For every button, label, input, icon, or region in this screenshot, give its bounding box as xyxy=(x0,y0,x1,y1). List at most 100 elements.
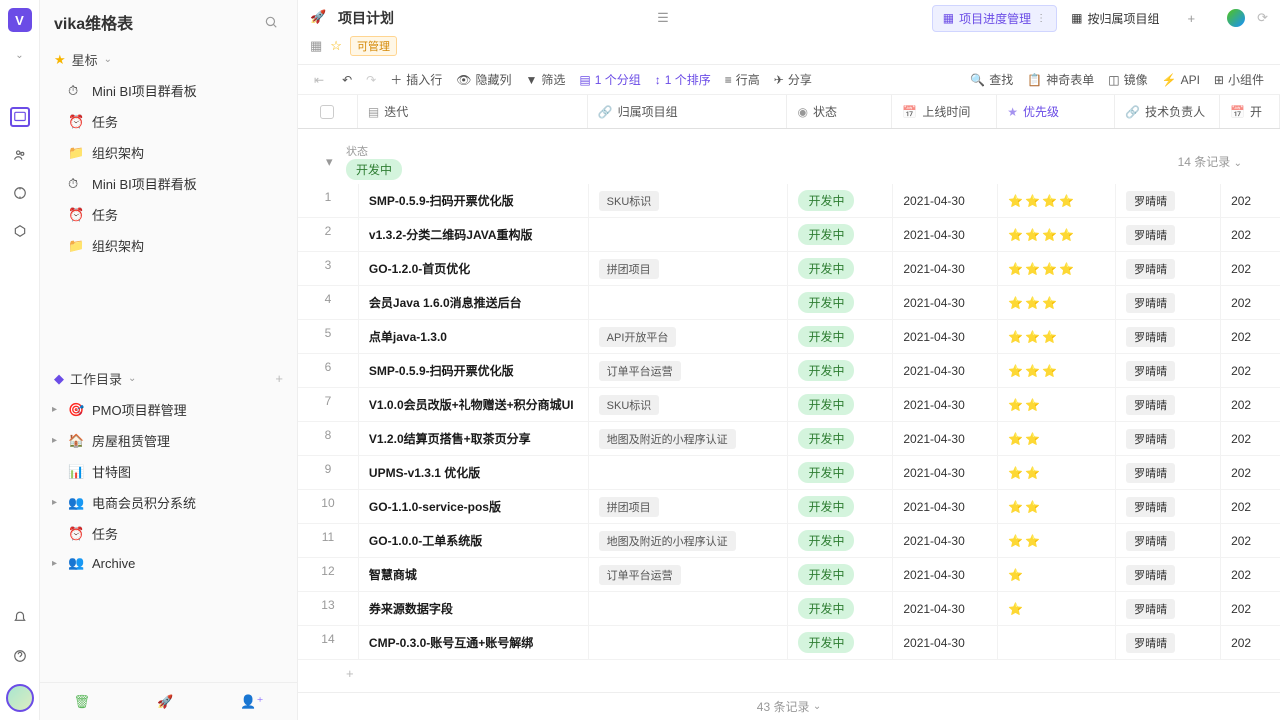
cell-status[interactable]: 开发中 xyxy=(787,490,892,523)
cell-status[interactable]: 开发中 xyxy=(787,558,892,591)
cell-name[interactable]: GO-1.2.0-首页优化 xyxy=(358,252,588,285)
cell-extra[interactable]: 202 xyxy=(1220,218,1280,251)
cell-status[interactable]: 开发中 xyxy=(787,218,892,251)
cell-extra[interactable]: 202 xyxy=(1220,558,1280,591)
cell-priority[interactable]: ⭐⭐⭐ xyxy=(997,320,1115,353)
section-workspace[interactable]: ◆ 工作目录 ⌄ + xyxy=(40,363,297,394)
select-all-checkbox[interactable] xyxy=(298,95,358,128)
cell-date[interactable]: 2021-04-30 xyxy=(892,184,997,217)
menu-icon[interactable]: ☰ xyxy=(657,10,669,26)
cell-owner[interactable]: 罗晴晴 xyxy=(1115,252,1220,285)
cell-priority[interactable]: ⭐⭐⭐ xyxy=(997,286,1115,319)
cell-extra[interactable]: 202 xyxy=(1220,422,1280,455)
cell-group[interactable]: 地图及附近的小程序认证 xyxy=(588,422,788,455)
table-row[interactable]: 6 SMP-0.5.9-扫码开票优化版 订单平台运营 开发中 2021-04-3… xyxy=(298,354,1280,388)
app-logo[interactable]: V xyxy=(8,8,32,32)
cell-priority[interactable]: ⭐⭐⭐⭐ xyxy=(997,218,1115,251)
nav-settings-icon[interactable] xyxy=(10,221,30,241)
cell-group[interactable]: SKU标识 xyxy=(588,184,788,217)
trash-icon[interactable]: 🗑 xyxy=(74,694,91,710)
add-icon[interactable]: + xyxy=(275,371,283,386)
cell-priority[interactable]: ⭐ xyxy=(997,592,1115,625)
sidebar-item[interactable]: 🎯PMO项目群管理 xyxy=(40,394,297,425)
cell-owner[interactable]: 罗晴晴 xyxy=(1115,422,1220,455)
table-row[interactable]: 9 UPMS-v1.3.1 优化版 开发中 2021-04-30 ⭐⭐ 罗晴晴 … xyxy=(298,456,1280,490)
sidebar-item[interactable]: 👥电商会员积分系统 xyxy=(40,487,297,518)
cell-priority[interactable]: ⭐⭐ xyxy=(997,456,1115,489)
cell-name[interactable]: V1.0.0会员改版+礼物赠送+积分商城UI xyxy=(358,388,588,421)
cell-date[interactable]: 2021-04-30 xyxy=(892,626,997,659)
tab[interactable]: ▦按归属项目组 xyxy=(1061,6,1169,31)
cell-owner[interactable]: 罗晴晴 xyxy=(1115,354,1220,387)
cell-name[interactable]: GO-1.1.0-service-pos版 xyxy=(358,490,588,523)
cell-name[interactable]: v1.3.2-分类二维码JAVA重构版 xyxy=(358,218,588,251)
cell-owner[interactable]: 罗晴晴 xyxy=(1115,320,1220,353)
chevron-down-icon[interactable]: ⌄ xyxy=(15,50,23,61)
nav-workspace-icon[interactable] xyxy=(10,107,30,127)
cell-owner[interactable]: 罗晴晴 xyxy=(1115,218,1220,251)
table-row[interactable]: 5 点单java-1.3.0 API开放平台 开发中 2021-04-30 ⭐⭐… xyxy=(298,320,1280,354)
cell-date[interactable]: 2021-04-30 xyxy=(892,456,997,489)
cell-date[interactable]: 2021-04-30 xyxy=(892,354,997,387)
table-row[interactable]: 1 SMP-0.5.9-扫码开票优化版 SKU标识 开发中 2021-04-30… xyxy=(298,184,1280,218)
rocket-icon[interactable]: 🚀 xyxy=(157,694,173,710)
sidebar-item[interactable]: 📁组织架构 xyxy=(40,230,297,261)
collapse-panel-icon[interactable]: ⇤ xyxy=(314,73,324,87)
cell-priority[interactable]: ⭐⭐ xyxy=(997,524,1115,557)
cell-name[interactable]: UPMS-v1.3.1 优化版 xyxy=(358,456,588,489)
user-avatar[interactable] xyxy=(6,684,34,712)
cell-group[interactable]: 拼团项目 xyxy=(588,490,788,523)
cell-date[interactable]: 2021-04-30 xyxy=(892,218,997,251)
cell-extra[interactable]: 202 xyxy=(1220,388,1280,421)
group-header[interactable]: ▾ 状态开发中 14 条记录 ⌄ xyxy=(298,129,1280,184)
cell-group[interactable] xyxy=(588,626,788,659)
grid[interactable]: ▤迭代 🔗归属项目组 ◉状态 📅上线时间 ★优先级 🔗技术负责人 📅开 ▾ 状态… xyxy=(298,95,1280,692)
help-icon[interactable] xyxy=(10,646,30,666)
add-tab-icon[interactable]: + xyxy=(1180,7,1204,30)
cell-date[interactable]: 2021-04-30 xyxy=(892,252,997,285)
cell-extra[interactable]: 202 xyxy=(1220,626,1280,659)
cell-extra[interactable]: 202 xyxy=(1220,456,1280,489)
cell-status[interactable]: 开发中 xyxy=(787,320,892,353)
column-status[interactable]: ◉状态 xyxy=(787,95,892,128)
cell-priority[interactable] xyxy=(997,626,1115,659)
table-row[interactable]: 4 会员Java 1.6.0消息推送后台 开发中 2021-04-30 ⭐⭐⭐ … xyxy=(298,286,1280,320)
cell-owner[interactable]: 罗晴晴 xyxy=(1115,592,1220,625)
avatar-small[interactable] xyxy=(1225,7,1247,29)
share-button[interactable]: ✈分享 xyxy=(774,71,812,88)
cell-status[interactable]: 开发中 xyxy=(787,524,892,557)
cell-group[interactable]: 订单平台运营 xyxy=(588,558,788,591)
cell-date[interactable]: 2021-04-30 xyxy=(892,320,997,353)
cell-priority[interactable]: ⭐ xyxy=(997,558,1115,591)
cell-name[interactable]: 智慧商城 xyxy=(358,558,588,591)
cell-group[interactable]: 订单平台运营 xyxy=(588,354,788,387)
insert-row-button[interactable]: ＋插入行 xyxy=(390,71,442,88)
sidebar-item[interactable]: 🏠房屋租赁管理 xyxy=(40,425,297,456)
nav-compass-icon[interactable] xyxy=(10,183,30,203)
cell-priority[interactable]: ⭐⭐⭐ xyxy=(997,354,1115,387)
cell-priority[interactable]: ⭐⭐ xyxy=(997,422,1115,455)
column-priority[interactable]: ★优先级 xyxy=(997,95,1115,128)
cell-group[interactable] xyxy=(588,456,788,489)
sidebar-item[interactable]: 📊甘特图 xyxy=(40,456,297,487)
sidebar-item[interactable]: ⏰任务 xyxy=(40,106,297,137)
cell-date[interactable]: 2021-04-30 xyxy=(892,524,997,557)
cell-group[interactable] xyxy=(588,592,788,625)
api-button[interactable]: ⚡API xyxy=(1162,71,1200,88)
cell-status[interactable]: 开发中 xyxy=(787,422,892,455)
cell-priority[interactable]: ⭐⭐⭐⭐ xyxy=(997,184,1115,217)
table-row[interactable]: 2 v1.3.2-分类二维码JAVA重构版 开发中 2021-04-30 ⭐⭐⭐… xyxy=(298,218,1280,252)
cell-group[interactable]: 拼团项目 xyxy=(588,252,788,285)
cell-date[interactable]: 2021-04-30 xyxy=(892,558,997,591)
cell-priority[interactable]: ⭐⭐ xyxy=(997,490,1115,523)
section-starred[interactable]: ★ 星标 ⌄ xyxy=(40,44,297,75)
undo-icon[interactable]: ↶ xyxy=(342,73,352,87)
cell-name[interactable]: 券来源数据字段 xyxy=(358,592,588,625)
sidebar-item[interactable]: ⏰任务 xyxy=(40,518,297,549)
sidebar-item[interactable]: ⏰任务 xyxy=(40,199,297,230)
cell-owner[interactable]: 罗晴晴 xyxy=(1115,626,1220,659)
cell-status[interactable]: 开发中 xyxy=(787,592,892,625)
mirror-button[interactable]: ◫镜像 xyxy=(1108,71,1147,88)
filter-button[interactable]: ▼筛选 xyxy=(525,71,565,88)
cell-status[interactable]: 开发中 xyxy=(787,626,892,659)
